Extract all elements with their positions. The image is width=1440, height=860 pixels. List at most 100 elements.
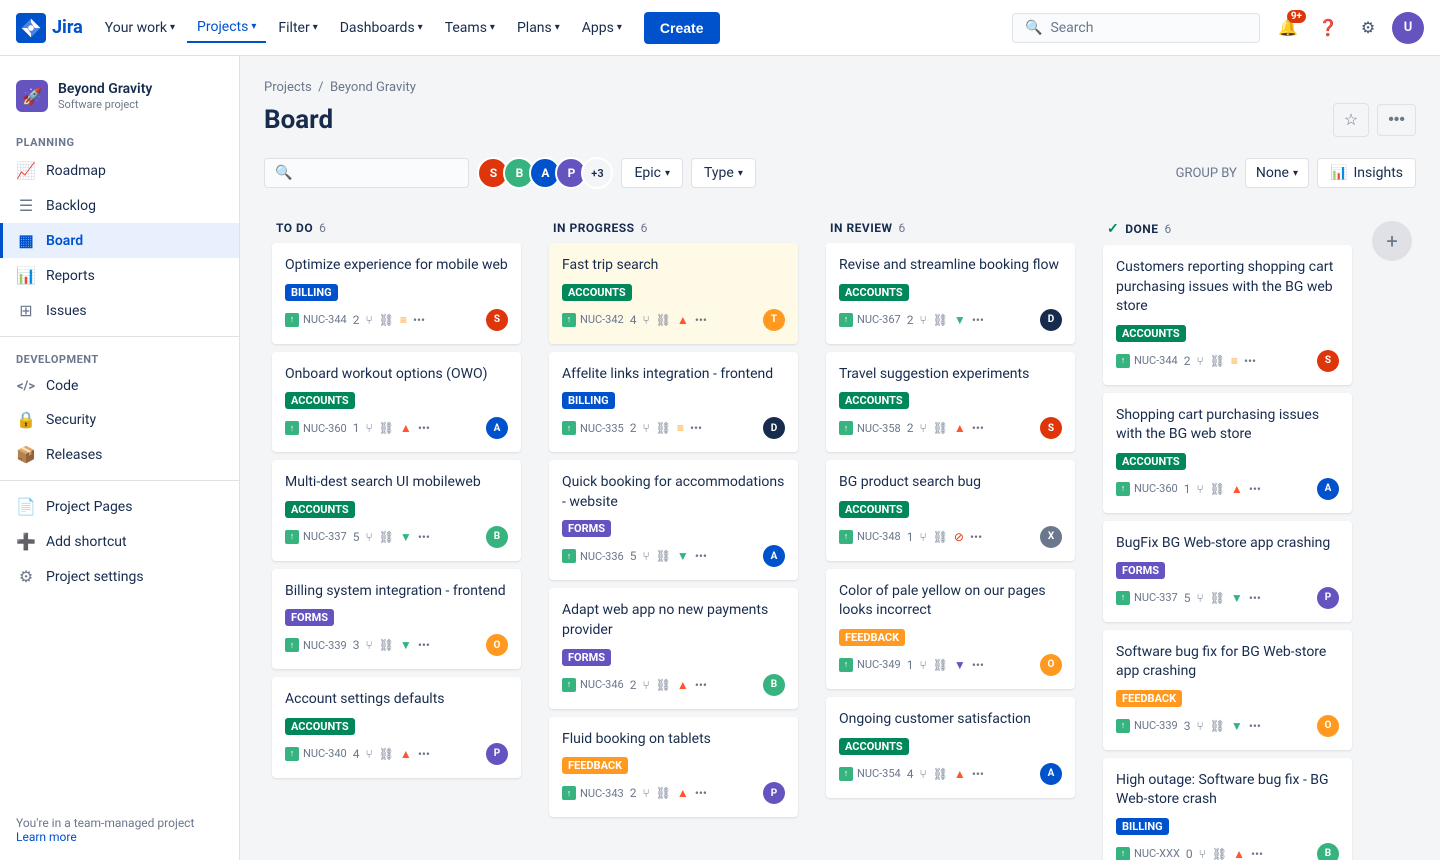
card-title: Color of pale yellow on our pages looks … xyxy=(839,582,1062,621)
card-story-count: 2 xyxy=(353,313,360,327)
notifications-button[interactable]: 🔔 9+ xyxy=(1272,12,1304,44)
more-icon[interactable]: ••• xyxy=(695,549,707,563)
card-id: ↑ NUC-360 xyxy=(285,421,347,435)
card-assignee-avatar: S xyxy=(486,309,508,331)
card-tag: ACCOUNTS xyxy=(839,738,909,755)
more-icon[interactable]: ••• xyxy=(1251,847,1263,860)
jira-logo[interactable]: Jira xyxy=(16,13,83,43)
card-meta: ↑ NUC-348 1 ⑂ ⛓ ⊘ ••• X xyxy=(839,526,1062,548)
sidebar-item-issues[interactable]: ⊞ Issues xyxy=(0,293,239,328)
more-icon[interactable]: ••• xyxy=(1249,482,1261,496)
sidebar-item-project-pages[interactable]: 📄 Project Pages xyxy=(0,489,239,524)
more-icon[interactable]: ••• xyxy=(695,678,707,692)
sidebar-item-project-settings[interactable]: ⚙ Project settings xyxy=(0,559,239,594)
more-icon[interactable]: ••• xyxy=(695,313,707,327)
more-icon[interactable]: ••• xyxy=(1249,591,1261,605)
board-card[interactable]: Optimize experience for mobile web BILLI… xyxy=(272,243,521,344)
sidebar-item-security[interactable]: 🔒 Security xyxy=(0,402,239,437)
card-meta: ↑ NUC-354 4 ⑂ ⛓ ▲ ••• A xyxy=(839,763,1062,785)
board-card[interactable]: Revise and streamline booking flow ACCOU… xyxy=(826,243,1075,344)
filter-nav[interactable]: Filter ▾ xyxy=(268,14,327,42)
board-card[interactable]: Fluid booking on tablets FEEDBACK ↑ NUC-… xyxy=(549,717,798,818)
board-card[interactable]: Customers reporting shopping cart purcha… xyxy=(1103,245,1352,385)
branch-icon: ⑂ xyxy=(642,678,649,692)
apps-nav[interactable]: Apps ▾ xyxy=(572,14,632,42)
board-card[interactable]: BugFix BG Web-store app crashing FORMS ↑… xyxy=(1103,521,1352,622)
insights-icon: 📊 xyxy=(1330,165,1347,181)
sidebar-item-code[interactable]: </> Code xyxy=(0,370,239,402)
card-title: BugFix BG Web-store app crashing xyxy=(1116,534,1339,554)
user-avatar[interactable]: U xyxy=(1392,12,1424,44)
type-filter[interactable]: Type ▾ xyxy=(691,158,756,188)
card-story-count: 1 xyxy=(907,530,914,544)
sidebar-item-roadmap[interactable]: 📈 Roadmap xyxy=(0,153,239,188)
more-icon[interactable]: ••• xyxy=(690,421,702,435)
avatar-more[interactable]: +3 xyxy=(581,157,613,189)
board-card[interactable]: Travel suggestion experiments ACCOUNTS ↑… xyxy=(826,352,1075,453)
board-card[interactable]: Adapt web app no new payments provider F… xyxy=(549,588,798,708)
insights-button[interactable]: 📊 Insights xyxy=(1317,158,1416,188)
more-actions-button[interactable]: ••• xyxy=(1377,104,1416,136)
settings-button[interactable]: ⚙ xyxy=(1352,12,1384,44)
board-card[interactable]: Ongoing customer satisfaction ACCOUNTS ↑… xyxy=(826,697,1075,798)
learn-more-link[interactable]: Learn more xyxy=(16,830,77,844)
board-card[interactable]: Multi-dest search UI mobileweb ACCOUNTS … xyxy=(272,460,521,561)
board-card[interactable]: Software bug fix for BG Web-store app cr… xyxy=(1103,630,1352,750)
more-icon[interactable]: ••• xyxy=(972,767,984,781)
sidebar-item-releases[interactable]: 📦 Releases xyxy=(0,437,239,472)
priority-icon: ▲ xyxy=(677,313,689,327)
more-icon[interactable]: ••• xyxy=(413,313,425,327)
card-tag: FEEDBACK xyxy=(839,629,905,646)
more-icon[interactable]: ••• xyxy=(972,658,984,672)
priority-icon: ▼ xyxy=(400,638,412,652)
board-search[interactable]: 🔍 xyxy=(264,158,469,188)
breadcrumb-project[interactable]: Beyond Gravity xyxy=(330,80,416,95)
board-card[interactable]: Account settings defaults ACCOUNTS ↑ NUC… xyxy=(272,677,521,778)
more-icon[interactable]: ••• xyxy=(972,313,984,327)
sidebar-item-backlog[interactable]: ☰ Backlog xyxy=(0,188,239,223)
sidebar-item-board[interactable]: ▦ Board xyxy=(0,223,239,258)
epic-filter[interactable]: Epic ▾ xyxy=(621,158,683,188)
sidebar-item-reports[interactable]: 📊 Reports xyxy=(0,258,239,293)
board-card[interactable]: High outage: Software bug fix - BG Web-s… xyxy=(1103,758,1352,860)
teams-nav[interactable]: Teams ▾ xyxy=(435,14,505,42)
plans-nav[interactable]: Plans ▾ xyxy=(507,14,570,42)
board-card[interactable]: BG product search bug ACCOUNTS ↑ NUC-348… xyxy=(826,460,1075,561)
star-button[interactable]: ☆ xyxy=(1333,103,1369,137)
board-card[interactable]: Affelite links integration - frontend BI… xyxy=(549,352,798,453)
group-by-select[interactable]: None ▾ xyxy=(1245,158,1309,188)
card-assignee-avatar: O xyxy=(486,634,508,656)
board-card[interactable]: Shopping cart purchasing issues with the… xyxy=(1103,393,1352,513)
board-card[interactable]: Onboard workout options (OWO) ACCOUNTS ↑… xyxy=(272,352,521,453)
your-work-nav[interactable]: Your work ▾ xyxy=(95,14,185,42)
card-assignee-avatar: B xyxy=(486,526,508,548)
more-icon[interactable]: ••• xyxy=(972,421,984,435)
board-search-input[interactable] xyxy=(298,165,458,181)
card-tag: FORMS xyxy=(562,520,611,537)
board-card[interactable]: Quick booking for accommodations - websi… xyxy=(549,460,798,580)
link-icon: ⛓ xyxy=(656,786,671,800)
board-card[interactable]: Fast trip search ACCOUNTS ↑ NUC-342 4 ⑂ … xyxy=(549,243,798,344)
more-icon[interactable]: ••• xyxy=(1249,719,1261,733)
help-button[interactable]: ❓ xyxy=(1312,12,1344,44)
branch-icon: ⑂ xyxy=(1196,354,1203,368)
create-button[interactable]: Create xyxy=(644,12,720,44)
add-column-button[interactable]: + xyxy=(1372,221,1412,261)
more-icon[interactable]: ••• xyxy=(1244,354,1256,368)
priority-icon: ▲ xyxy=(954,421,966,435)
board-card[interactable]: Color of pale yellow on our pages looks … xyxy=(826,569,1075,689)
more-icon[interactable]: ••• xyxy=(418,530,430,544)
more-icon[interactable]: ••• xyxy=(418,747,430,761)
projects-nav[interactable]: Projects ▾ xyxy=(187,13,266,43)
more-icon[interactable]: ••• xyxy=(418,421,430,435)
more-icon[interactable]: ••• xyxy=(418,638,430,652)
dashboards-nav[interactable]: Dashboards ▾ xyxy=(330,14,433,42)
board-card[interactable]: Billing system integration - frontend FO… xyxy=(272,569,521,670)
search-bar[interactable]: 🔍 Search xyxy=(1012,13,1260,43)
branch-icon: ⑂ xyxy=(919,767,926,781)
more-icon[interactable]: ••• xyxy=(970,530,982,544)
sidebar-item-add-shortcut[interactable]: ➕ Add shortcut xyxy=(0,524,239,559)
card-assignee-avatar: O xyxy=(1040,654,1062,676)
more-icon[interactable]: ••• xyxy=(695,786,707,800)
breadcrumb-projects[interactable]: Projects xyxy=(264,80,312,95)
